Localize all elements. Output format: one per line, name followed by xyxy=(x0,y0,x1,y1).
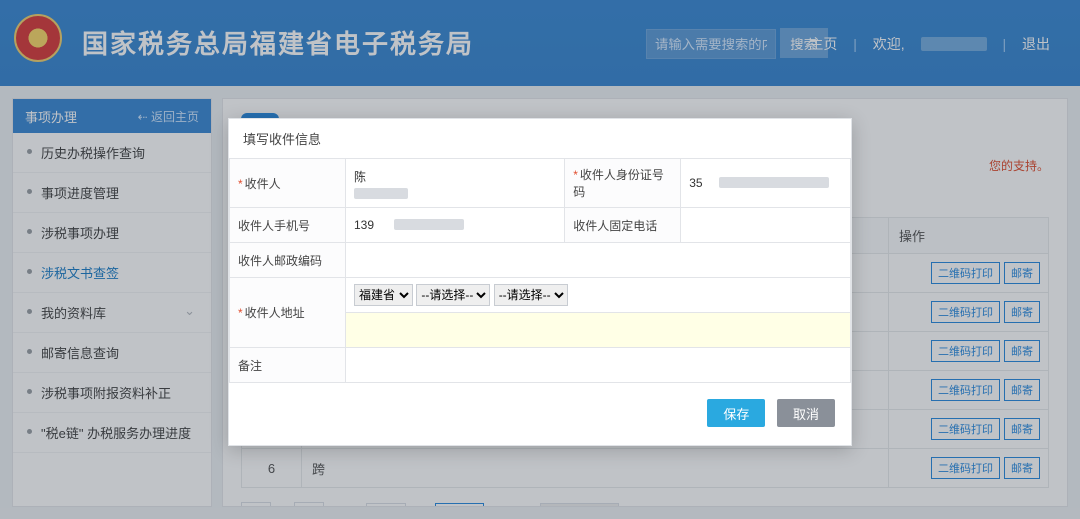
select-city[interactable]: --请选择-- xyxy=(416,284,490,306)
select-district[interactable]: --请选择-- xyxy=(494,284,568,306)
input-note[interactable] xyxy=(354,354,818,376)
recipient-modal: 填写收件信息 *收件人 *收件人身份证号码 收件人手机号 收件人固定电话 收件人… xyxy=(228,118,852,446)
input-mobile[interactable] xyxy=(354,214,394,236)
input-id[interactable] xyxy=(689,172,719,194)
input-tel[interactable] xyxy=(689,214,834,236)
modal-mask: 填写收件信息 *收件人 *收件人身份证号码 收件人手机号 收件人固定电话 收件人… xyxy=(0,0,1080,519)
save-button[interactable]: 保存 xyxy=(707,399,765,427)
lbl-tel: 收件人固定电话 xyxy=(573,219,657,233)
lbl-note: 备注 xyxy=(238,359,262,373)
lbl-name: 收件人 xyxy=(245,177,281,191)
input-addr[interactable] xyxy=(354,319,818,341)
cancel-button[interactable]: 取消 xyxy=(777,399,835,427)
lbl-zip: 收件人邮政编码 xyxy=(238,254,322,268)
lbl-id: 收件人身份证号码 xyxy=(573,168,664,199)
lbl-addr: 收件人地址 xyxy=(245,306,305,320)
modal-title: 填写收件信息 xyxy=(229,119,851,158)
select-province[interactable]: 福建省 xyxy=(354,284,413,306)
input-name[interactable] xyxy=(354,165,546,187)
input-zip[interactable] xyxy=(354,249,818,271)
lbl-mobile: 收件人手机号 xyxy=(238,219,310,233)
